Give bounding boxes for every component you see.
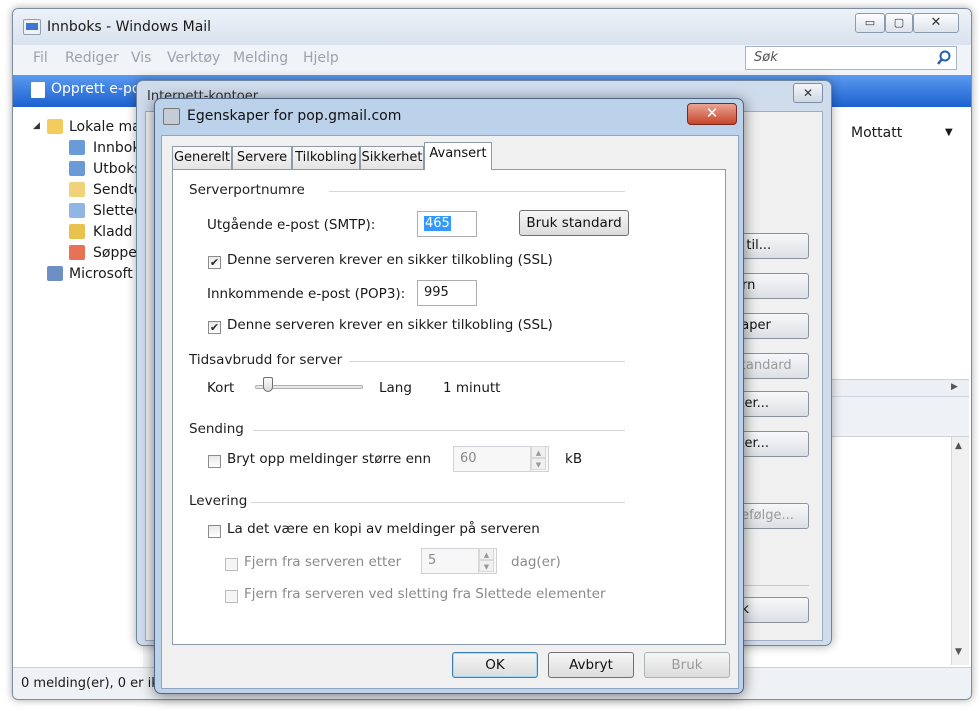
spin-down-icon[interactable]: ▼ — [531, 458, 546, 470]
windows-mail-icon — [23, 19, 41, 35]
section-divider — [253, 430, 625, 431]
folder-microsoft[interactable]: Microsoft — [69, 266, 133, 282]
scroll-down-icon[interactable]: ▼ — [955, 647, 962, 657]
minimize-button[interactable]: ▭ — [855, 13, 885, 33]
drafts-icon — [69, 224, 85, 239]
section-timeout: Tidsavbrudd for server — [189, 352, 343, 368]
column-sort-arrow-icon[interactable]: ▼ — [945, 127, 953, 138]
section-divider — [349, 361, 625, 362]
section-server-ports: Serverportnumre — [189, 182, 305, 198]
menu-edit[interactable]: Rediger — [65, 50, 119, 66]
ok-button[interactable]: OK — [452, 652, 538, 678]
deleted-icon — [69, 203, 85, 218]
remove-days-unit: dag(er) — [511, 554, 561, 570]
section-sending: Sending — [189, 421, 244, 437]
create-message-button[interactable]: Opprett e-po — [51, 81, 140, 97]
menu-tools[interactable]: Verktøy — [167, 50, 220, 66]
use-default-button[interactable]: Bruk standard — [519, 210, 629, 236]
tab-advanced[interactable]: Avansert — [424, 142, 492, 170]
scroll-up-icon[interactable]: ▲ — [955, 441, 962, 451]
pop3-ssl-checkbox[interactable]: ✔ — [208, 321, 221, 334]
apply-button[interactable]: Bruk — [644, 652, 730, 678]
spin-up-icon[interactable]: ▲ — [479, 548, 494, 560]
new-message-icon — [31, 82, 45, 98]
server-properties-icon — [163, 108, 180, 125]
accounts-close-button[interactable]: ✕ — [793, 83, 823, 103]
column-received[interactable]: Mottatt — [851, 125, 902, 141]
remove-after-checkbox[interactable] — [225, 558, 238, 571]
split-size-input[interactable]: 60 ▲ ▼ — [453, 446, 549, 472]
properties-close-button[interactable]: ✕ — [687, 103, 737, 125]
pop3-label: Innkommende e-post (POP3): — [207, 286, 406, 302]
remove-days-value: 5 — [428, 553, 437, 568]
remove-days-input[interactable]: 5 ▲ ▼ — [421, 548, 497, 574]
remove-deleted-label: Fjern fra serveren ved sletting fra Slet… — [244, 586, 606, 602]
menu-help[interactable]: Hjelp — [303, 50, 339, 66]
tab-security[interactable]: Sikkerhet — [360, 146, 424, 169]
vertical-scrollbar[interactable]: ▲ ▼ — [951, 437, 969, 665]
pop3-ssl-label: Denne serveren krever en sikker tilkobli… — [227, 317, 553, 333]
microsoft-icon — [47, 266, 63, 281]
properties-client-area: Generelt Servere Tilkobling Sikkerhet Av… — [161, 135, 739, 689]
menu-file[interactable]: Fil — [33, 50, 48, 66]
remove-after-label: Fjern fra serveren etter — [244, 554, 402, 570]
smtp-ssl-checkbox[interactable]: ✔ — [208, 256, 221, 269]
main-close-button[interactable]: ✕ — [913, 13, 959, 33]
pop3-port-input[interactable]: 995 — [417, 280, 477, 306]
inbox-icon — [69, 140, 85, 155]
search-placeholder: Søk — [754, 50, 778, 65]
pop3-port-value: 995 — [424, 285, 449, 300]
tab-servers[interactable]: Servere — [232, 146, 292, 169]
expand-arrow-icon[interactable]: ◢ — [33, 121, 40, 131]
junk-icon — [69, 245, 85, 260]
menu-view[interactable]: Vis — [131, 50, 151, 66]
advanced-tab-panel: Serverportnumre Utgående e-post (SMTP): … — [172, 169, 726, 645]
local-folders-icon — [47, 119, 63, 134]
menu-message[interactable]: Melding — [233, 50, 288, 66]
search-input[interactable]: Søk — [745, 46, 957, 70]
keep-copy-checkbox[interactable] — [208, 525, 221, 538]
keep-copy-label: La det være en kopi av meldinger på serv… — [227, 521, 540, 537]
timeout-short-label: Kort — [207, 380, 235, 396]
main-window-title: Innboks - Windows Mail — [47, 19, 212, 35]
sent-icon — [69, 182, 85, 197]
cancel-button[interactable]: Avbryt — [548, 652, 634, 678]
tab-general[interactable]: Generelt — [172, 146, 232, 169]
folder-sent[interactable]: Sendte — [93, 182, 142, 198]
split-size-spinner[interactable]: ▲ ▼ — [530, 446, 546, 472]
smtp-label: Utgående e-post (SMTP): — [207, 217, 376, 233]
split-messages-checkbox[interactable] — [208, 455, 221, 468]
status-text: 0 melding(er), 0 er ikk — [21, 676, 167, 691]
split-unit: kB — [565, 451, 583, 467]
folder-drafts[interactable]: Kladd — [93, 224, 132, 240]
folder-outbox[interactable]: Utboks — [93, 161, 142, 177]
split-messages-label: Bryt opp meldinger større enn — [227, 451, 432, 467]
folder-pane: ◢ Lokale ma Innbok Utboks Sendte Sletted… — [13, 107, 151, 667]
tab-connection[interactable]: Tilkobling — [292, 146, 360, 169]
spin-down-icon[interactable]: ▼ — [479, 560, 494, 572]
properties-dialog: Egenskaper for pop.gmail.com ✕ Generelt … — [154, 98, 744, 694]
scroll-right-icon[interactable]: ▶ — [951, 382, 958, 392]
timeout-long-label: Lang — [379, 380, 412, 396]
remove-days-spinner[interactable]: ▲ ▼ — [478, 548, 494, 574]
smtp-port-value: 465 — [424, 216, 451, 231]
smtp-ssl-label: Denne serveren krever en sikker tilkobli… — [227, 252, 553, 268]
properties-dialog-title: Egenskaper for pop.gmail.com — [187, 108, 402, 124]
timeout-slider-thumb[interactable] — [262, 377, 273, 392]
main-title-bar[interactable]: Innboks - Windows Mail ▭ ▢ ✕ — [13, 9, 971, 45]
remove-deleted-checkbox[interactable] — [225, 590, 238, 603]
outbox-icon — [69, 161, 85, 176]
smtp-port-input[interactable]: 465 — [417, 211, 477, 237]
search-icon[interactable] — [936, 50, 952, 66]
section-divider — [251, 502, 625, 503]
split-size-value: 60 — [460, 451, 477, 466]
section-divider — [329, 191, 625, 192]
folder-local[interactable]: Lokale ma — [69, 119, 141, 135]
folder-junk[interactable]: Søppel — [93, 245, 141, 261]
section-delivery: Levering — [189, 493, 248, 509]
folder-inbox[interactable]: Innbok — [93, 140, 140, 156]
timeout-value: 1 minutt — [443, 380, 501, 396]
spin-up-icon[interactable]: ▲ — [531, 446, 546, 458]
maximize-button[interactable]: ▢ — [885, 13, 913, 33]
